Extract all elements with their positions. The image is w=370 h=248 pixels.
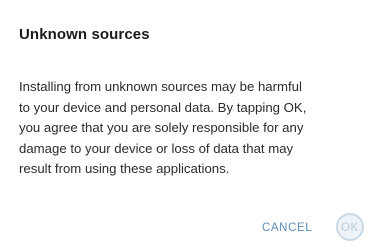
- dialog-message-line: to your device and personal data. By tap…: [19, 99, 307, 115]
- ok-button[interactable]: OK: [341, 216, 359, 240]
- dialog-message-line: Installing from unknown sources may be h…: [19, 79, 302, 94]
- dialog-message-line: result from using these applications.: [19, 161, 230, 176]
- cancel-button[interactable]: CANCEL: [262, 216, 312, 240]
- ok-button-container[interactable]: OK: [336, 213, 366, 243]
- dialog-message-line: damage to your device or loss of data th…: [19, 140, 294, 156]
- dialog-title: Unknown sources: [19, 26, 150, 43]
- dialog-actions: CANCEL OK: [0, 213, 370, 243]
- dialog-message-line: you agree that you are solely responsibl…: [19, 120, 304, 135]
- dialog-message: Installing from unknown sources may be h…: [19, 77, 359, 180]
- unknown-sources-dialog: Unknown sources Installing from unknown …: [0, 0, 370, 248]
